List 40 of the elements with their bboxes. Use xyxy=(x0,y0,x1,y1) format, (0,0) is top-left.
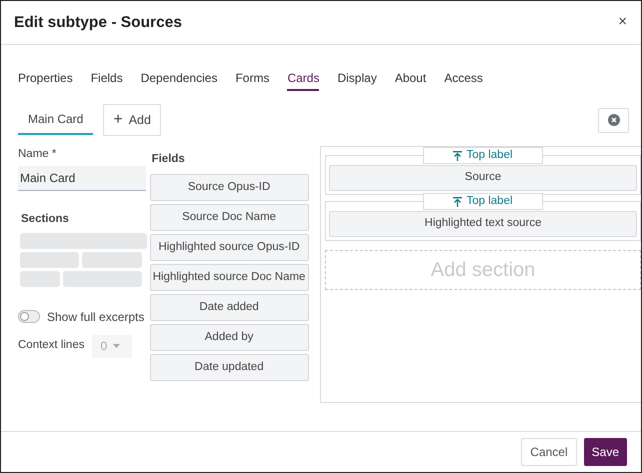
field-button[interactable]: Highlighted source Doc Name xyxy=(150,264,309,292)
clear-button[interactable] xyxy=(598,108,629,132)
field-button[interactable]: Added by xyxy=(150,324,309,352)
fields-heading: Fields xyxy=(152,152,186,167)
tab[interactable]: Access xyxy=(435,67,492,91)
save-button[interactable]: Save xyxy=(584,438,627,466)
section-placeholder xyxy=(82,252,142,268)
card-field-button[interactable]: Highlighted text source xyxy=(329,211,637,237)
tab[interactable]: Fields xyxy=(82,67,132,91)
tab[interactable]: Cards xyxy=(278,67,328,91)
cancel-button[interactable]: Cancel xyxy=(521,438,577,466)
arrow-up-icon xyxy=(453,150,462,160)
field-button[interactable]: Date updated xyxy=(150,354,309,382)
tab[interactable]: Dependencies xyxy=(132,67,226,91)
window-title: Edit subtype - Sources xyxy=(14,12,182,33)
name-label: Name * xyxy=(18,147,58,162)
toggle-label: Show full excerpts xyxy=(47,308,144,326)
label-position-button[interactable]: Top label xyxy=(423,147,544,164)
tab[interactable]: About xyxy=(386,67,436,91)
section-placeholder xyxy=(20,270,60,286)
card-tab[interactable]: Main Card xyxy=(18,106,94,134)
tab[interactable]: Properties xyxy=(9,67,82,91)
toggle-switch[interactable] xyxy=(18,310,40,323)
card-field-button[interactable]: Source xyxy=(329,165,637,191)
field-button[interactable]: Date added xyxy=(150,294,309,322)
context-lines-label: Context lines xyxy=(18,338,84,354)
arrow-up-icon xyxy=(453,196,462,206)
tab[interactable]: Forms xyxy=(226,67,278,91)
name-field[interactable]: Main Card xyxy=(18,166,146,192)
section-placeholder xyxy=(20,252,79,268)
tab[interactable]: Display xyxy=(328,67,386,91)
label-position-button[interactable]: Top label xyxy=(423,193,544,210)
caret-icon xyxy=(113,344,120,348)
field-button[interactable]: Highlighted source Opus-ID xyxy=(150,234,309,262)
close-icon xyxy=(608,114,620,126)
sections-heading: Sections xyxy=(21,212,70,228)
field-button[interactable]: Source Opus-ID xyxy=(150,174,309,202)
add-button[interactable]: + Add xyxy=(103,104,161,136)
close-button[interactable]: × xyxy=(616,11,629,34)
field-button[interactable]: Source Doc Name xyxy=(150,204,309,232)
